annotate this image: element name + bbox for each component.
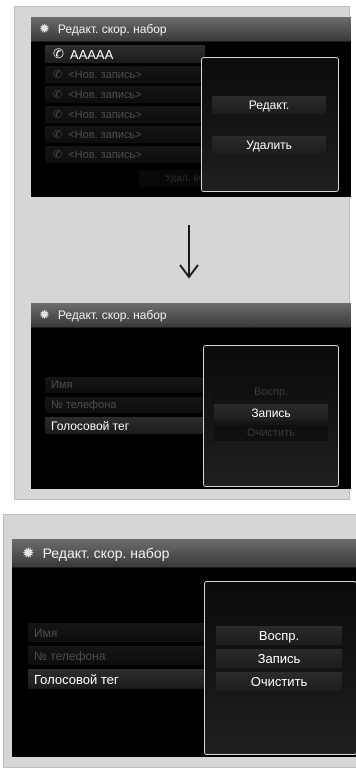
clear-label: Очистить	[247, 427, 295, 439]
list-item-label: <Нов. запись>	[68, 148, 142, 161]
play-label: Воспр.	[253, 386, 289, 398]
screen-title: Редакт. скор. набор	[57, 308, 167, 322]
list-item-aaaaa[interactable]: ✆ AAAAA	[45, 45, 205, 63]
record-button[interactable]: Запись	[216, 649, 342, 668]
list-item-label: <Нов. запись>	[68, 108, 142, 121]
name-field-label: Имя	[34, 625, 58, 640]
handset-icon: ✆	[53, 129, 63, 141]
name-field[interactable]: Имя	[28, 623, 212, 642]
handset-icon: ✆	[53, 89, 63, 101]
clear-button[interactable]: Очистить	[214, 425, 328, 441]
phone-field-label: № телефона	[34, 648, 106, 663]
edit-button[interactable]: Редакт.	[212, 96, 326, 114]
screen-title: Редакт. скор. набор	[57, 22, 167, 36]
list-item[interactable]: ✆ <Нов. запись>	[45, 66, 205, 83]
list-item[interactable]: ✆ <Нов. запись>	[45, 86, 205, 103]
record-button[interactable]: Запись	[214, 404, 328, 421]
delete-label: Удалить	[246, 138, 292, 152]
list-item-label: <Нов. запись>	[68, 88, 142, 101]
speed-dial-edit-screen-large: ✹ Редакт. скор. набор Имя № телефона Гол…	[12, 539, 356, 757]
gear-icon: ✹	[39, 21, 50, 36]
voice-tag-field[interactable]: Голосовой тег	[45, 417, 203, 434]
bottom-panel: ✹ Редакт. скор. набор Имя № телефона Гол…	[3, 514, 356, 768]
handset-icon: ✆	[53, 149, 63, 161]
play-label: Воспр.	[258, 628, 300, 643]
down-arrow-icon	[179, 225, 199, 279]
clear-button[interactable]: Очистить	[216, 672, 342, 691]
handset-icon: ✆	[53, 69, 63, 81]
handset-icon: ✆	[53, 109, 63, 121]
name-field-label: Имя	[51, 379, 73, 391]
action-menu-popup: Редакт. Удалить	[201, 57, 339, 192]
speed-dial-list-screen: ✹ Редакт. скор. набор ✆ AAAAA ✆ <Нов. за…	[31, 17, 351, 197]
delete-button[interactable]: Удалить	[212, 136, 326, 154]
voice-tag-label: Голосовой тег	[34, 671, 119, 687]
voice-tag-menu-popup: Воспр. Запись Очистить	[204, 581, 356, 755]
list-item[interactable]: ✆ <Нов. запись>	[45, 106, 205, 123]
list-item-label: <Нов. запись>	[68, 128, 142, 141]
list-item[interactable]: ✆ <Нов. запись>	[45, 146, 205, 163]
phone-field-label: № телефона	[51, 399, 117, 411]
top-panel: ✹ Редакт. скор. набор ✆ AAAAA ✆ <Нов. за…	[14, 6, 351, 500]
gear-icon: ✹	[22, 545, 35, 562]
title-bar: ✹ Редакт. скор. набор	[31, 17, 351, 42]
list-item-label: <Нов. запись>	[68, 68, 142, 81]
phone-number-field[interactable]: № телефона	[45, 397, 203, 413]
phone-number-field[interactable]: № телефона	[28, 646, 212, 665]
handset-icon: ✆	[53, 46, 64, 61]
name-field[interactable]: Имя	[45, 377, 203, 393]
list-item[interactable]: ✆ <Нов. запись>	[45, 126, 205, 143]
clear-label: Очистить	[250, 674, 308, 689]
voice-tag-field[interactable]: Голосовой тег	[28, 669, 212, 689]
edit-label: Редакт.	[248, 98, 290, 112]
gear-icon: ✹	[39, 307, 50, 322]
play-button[interactable]: Воспр.	[214, 384, 328, 400]
record-label: Запись	[251, 405, 291, 420]
voice-tag-label: Голосовой тег	[51, 418, 130, 433]
title-bar: ✹ Редакт. скор. набор	[12, 539, 356, 568]
play-button[interactable]: Воспр.	[216, 626, 342, 645]
title-bar: ✹ Редакт. скор. набор	[31, 303, 351, 328]
voice-tag-menu-popup: Воспр. Запись Очистить	[203, 345, 339, 487]
screen-title: Редакт. скор. набор	[42, 545, 170, 561]
record-label: Запись	[257, 651, 301, 666]
list-item-label: AAAAA	[69, 46, 114, 62]
speed-dial-edit-screen: ✹ Редакт. скор. набор Имя № телефона Гол…	[31, 303, 351, 489]
